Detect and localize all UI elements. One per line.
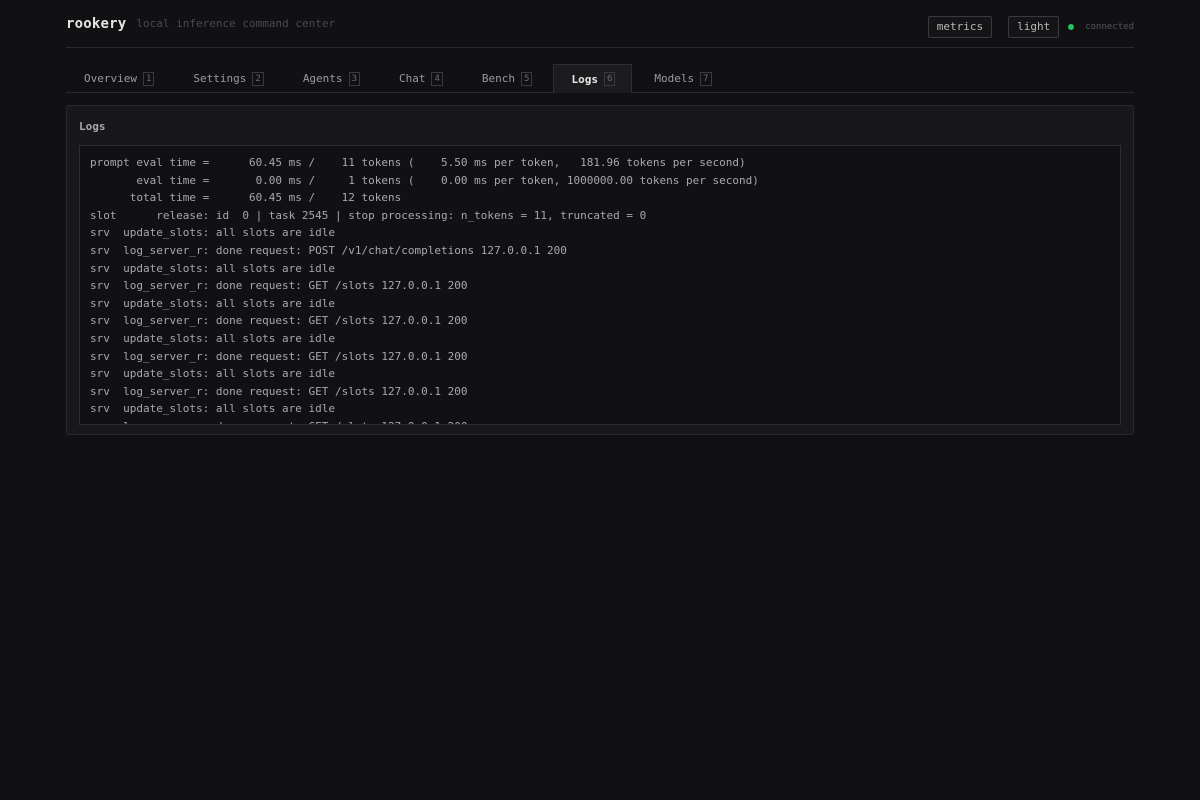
theme-toggle-button[interactable]: light — [1008, 16, 1060, 38]
log-line: srv update_slots: all slots are idle — [90, 226, 336, 240]
logs-panel: Logs prompt eval time = 60.45 ms / 11 to… — [66, 105, 1134, 435]
log-line: slot release: id 0 | task 2545 | stop pr… — [90, 208, 647, 222]
tab-overview[interactable]: Overview 1 — [66, 64, 171, 92]
tab-shortcut-key: 1 — [142, 71, 155, 86]
tab-models[interactable]: Models 7 — [636, 64, 728, 92]
tab-shortcut-key: 6 — [603, 72, 616, 86]
log-line: total time = 60.45 ms / 12 tokens — [90, 191, 402, 205]
tab-shortcut-key: 4 — [431, 71, 443, 86]
tab-label: Bench — [481, 72, 516, 85]
tab-label: Settings — [193, 72, 247, 85]
log-line: srv log_server_r: done request: GET /slo… — [90, 279, 468, 293]
log-output[interactable]: prompt eval time = 60.45 ms / 11 tokens … — [79, 145, 1121, 425]
status-dot-icon — [1068, 24, 1075, 30]
tab-label: Logs — [571, 72, 598, 86]
metrics-button[interactable]: metrics — [927, 16, 993, 38]
tab-shortcut-key: 7 — [700, 71, 712, 86]
panel-title: Logs — [79, 120, 106, 133]
header: rookery local inference command center m… — [66, 0, 1134, 48]
tab-label: Chat — [398, 72, 426, 85]
tagline: local inference command center — [136, 17, 336, 30]
tab-label: Overview — [84, 72, 137, 85]
log-line: prompt eval time = 60.45 ms / 11 tokens … — [90, 156, 746, 169]
tab-shortcut-key: 5 — [521, 71, 533, 86]
log-line: srv update_slots: all slots are idle — [90, 402, 336, 416]
status-text: connected — [1085, 22, 1134, 32]
tab-bar: Overview 1 Settings 2 Agents 3 Chat 4 Bench 5 Logs… — [66, 63, 1134, 93]
log-line: srv log_server_r: done request: GET /slo… — [90, 418, 1110, 424]
tab-agents[interactable]: Agents 3 — [285, 64, 377, 92]
log-line: srv update_slots: all slots are idle — [90, 331, 336, 345]
tab-shortcut-key: 2 — [252, 71, 264, 86]
log-line: srv log_server_r: done request: GET /slo… — [90, 314, 468, 328]
log-line: srv update_slots: all slots are idle — [90, 261, 336, 275]
log-line: srv update_slots: all slots are idle — [90, 296, 336, 310]
app-root: rookery local inference command center m… — [66, 0, 1134, 435]
log-line: srv log_server_r: done request: POST /v1… — [90, 243, 567, 257]
tab-logs[interactable]: Logs 6 — [553, 64, 633, 93]
log-line: srv update_slots: all slots are idle — [90, 367, 336, 381]
header-actions: metrics light connected — [927, 16, 1134, 38]
tab-label: Models — [654, 72, 695, 85]
log-line: srv log_server_r: done request: GET /slo… — [90, 349, 468, 363]
tab-shortcut-key: 3 — [348, 71, 360, 86]
tab-label: Agents — [302, 72, 343, 85]
tab-chat[interactable]: Chat 4 — [381, 64, 460, 92]
log-line: srv log_server_r: done request: GET /slo… — [90, 384, 468, 398]
brand-title: rookery — [66, 15, 127, 32]
tab-bench[interactable]: Bench 5 — [464, 64, 550, 92]
tab-settings[interactable]: Settings 2 — [175, 64, 280, 92]
log-line: eval time = 0.00 ms / 1 tokens ( 0.00 ms… — [90, 173, 759, 187]
